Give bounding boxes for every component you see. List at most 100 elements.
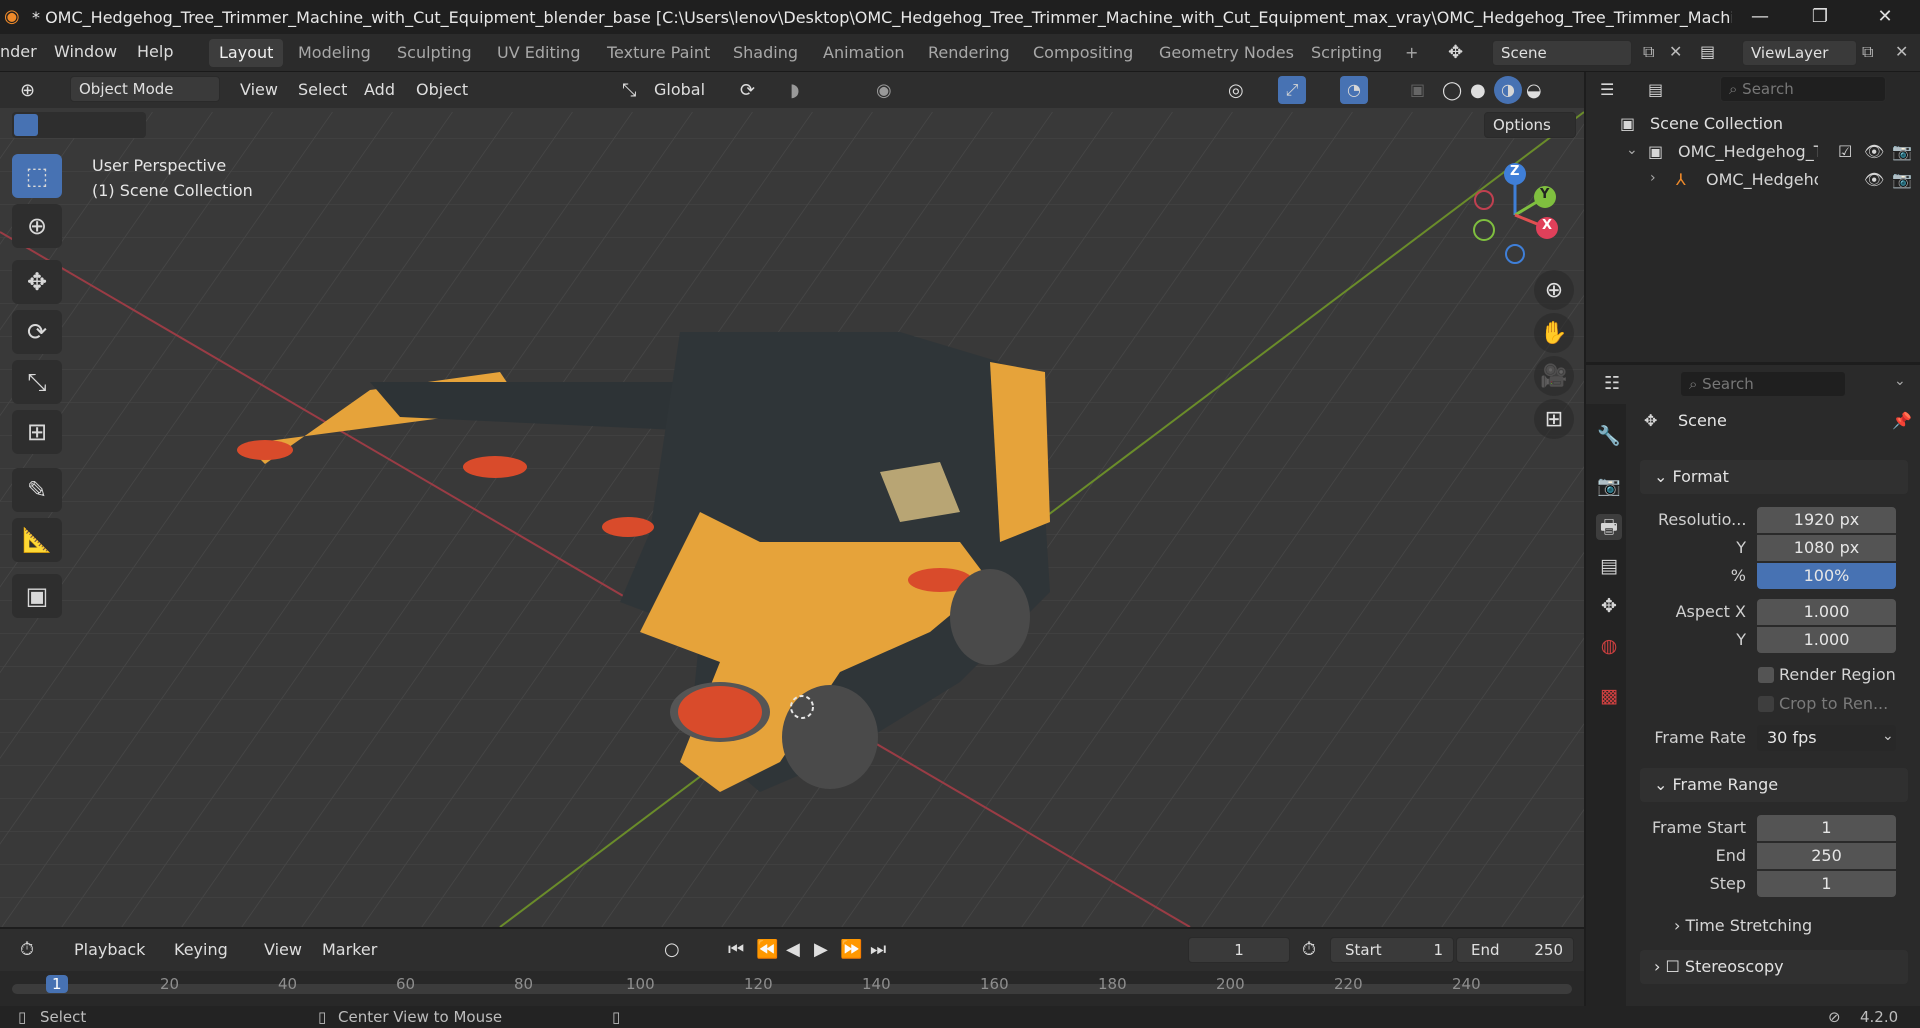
frame-start-field[interactable]: 1 bbox=[1757, 815, 1896, 841]
transform-tool-icon[interactable]: ⊞ bbox=[12, 410, 62, 454]
overlay-toggle-icon[interactable]: ◔ bbox=[1340, 76, 1368, 104]
play-icon[interactable]: ▶ bbox=[814, 939, 828, 960]
pan-hand-icon[interactable]: ✋ bbox=[1534, 313, 1574, 353]
jump-start-icon[interactable]: ⏮ bbox=[728, 939, 744, 960]
crop-checkbox[interactable] bbox=[1758, 696, 1774, 712]
eye-icon-2[interactable]: 👁 bbox=[1864, 170, 1884, 189]
frame-range-panel-header[interactable]: ⌄ Frame Range bbox=[1640, 768, 1908, 802]
tab-sculpting[interactable]: Sculpting bbox=[387, 39, 482, 67]
delete-viewlayer-icon[interactable]: ✕ bbox=[1895, 42, 1908, 61]
tab-texture-paint[interactable]: Texture Paint bbox=[597, 39, 720, 67]
aspect-x-field[interactable]: 1.000 bbox=[1757, 599, 1896, 625]
camera-icon[interactable]: 📷 bbox=[1892, 142, 1912, 161]
prev-keyframe-icon[interactable]: ⏪ bbox=[756, 939, 778, 960]
rendered-shading-icon[interactable]: ◒ bbox=[1526, 80, 1542, 101]
display-mode-icon[interactable]: ▤ bbox=[1648, 80, 1663, 99]
timeline-editor-icon[interactable]: ⏱ bbox=[20, 939, 34, 960]
menu-view[interactable]: View bbox=[240, 80, 278, 99]
resolution-y-field[interactable]: 1080 px bbox=[1757, 535, 1896, 561]
output-tab-icon[interactable]: 🖶 bbox=[1596, 514, 1622, 540]
tab-scripting[interactable]: Scripting bbox=[1301, 39, 1392, 67]
delete-scene-icon[interactable]: ✕ bbox=[1669, 42, 1682, 61]
expand-chevron-icon[interactable]: ⌄ bbox=[1626, 142, 1638, 158]
tab-layout[interactable]: Layout bbox=[209, 39, 284, 67]
outliner-search-input[interactable]: ⌕ Search bbox=[1720, 76, 1886, 102]
tab-modeling[interactable]: Modeling bbox=[288, 39, 381, 67]
annotate-tool-icon[interactable]: ✎ bbox=[12, 468, 62, 512]
viewlayer-selector[interactable]: ViewLayer bbox=[1742, 40, 1857, 66]
snap-icon[interactable]: ◗ bbox=[790, 80, 799, 101]
scene-selector[interactable]: Scene bbox=[1492, 40, 1632, 66]
pin-icon[interactable]: 📌 bbox=[1892, 411, 1912, 430]
current-frame-field[interactable]: 1 bbox=[1188, 937, 1290, 963]
world-tab-icon[interactable]: ◍ bbox=[1596, 633, 1622, 659]
frame-rate-dropdown[interactable]: 30 fps bbox=[1757, 725, 1896, 751]
resolution-percent-field[interactable]: 100% bbox=[1757, 563, 1896, 589]
measure-tool-icon[interactable]: 📐 bbox=[12, 518, 62, 562]
tab-compositing[interactable]: Compositing bbox=[1023, 39, 1143, 67]
format-panel-header[interactable]: ⌄ Format bbox=[1640, 460, 1908, 494]
playback-menu[interactable]: Playback bbox=[74, 940, 145, 959]
menu-select[interactable]: Select bbox=[298, 80, 347, 99]
scene-tab-icon[interactable]: ✥ bbox=[1596, 593, 1622, 619]
auto-keying-icon[interactable]: ○ bbox=[664, 939, 680, 960]
resolution-x-field[interactable]: 1920 px bbox=[1757, 507, 1896, 533]
navigation-gizmo[interactable]: Z Y X bbox=[1470, 160, 1570, 270]
tab-geometry-nodes[interactable]: Geometry Nodes bbox=[1149, 39, 1304, 67]
options-dropdown[interactable]: Options bbox=[1484, 112, 1576, 138]
expand-arrow-icon[interactable]: › bbox=[1650, 170, 1656, 186]
preview-range-icon[interactable]: ⏱ bbox=[1302, 939, 1316, 960]
menu-render[interactable]: nder bbox=[0, 42, 37, 61]
timeline-view-menu[interactable]: View bbox=[264, 940, 302, 959]
start-frame-field[interactable]: Start 1 bbox=[1330, 937, 1454, 963]
properties-options-chevron-icon[interactable]: ⌄ bbox=[1894, 373, 1906, 389]
time-stretching-subpanel[interactable]: › Time Stretching bbox=[1674, 916, 1812, 935]
selection-mode-buttons[interactable] bbox=[12, 112, 146, 138]
select-new-icon[interactable] bbox=[14, 114, 38, 136]
solid-shading-icon[interactable]: ● bbox=[1470, 80, 1486, 101]
rotate-tool-icon[interactable]: ⟳ bbox=[12, 310, 62, 354]
keying-menu[interactable]: Keying bbox=[174, 940, 228, 959]
camera-icon-2[interactable]: 📷 bbox=[1892, 170, 1912, 189]
menu-object[interactable]: Object bbox=[416, 80, 468, 99]
object-mode-dropdown[interactable]: Object Mode bbox=[70, 76, 220, 102]
aspect-y-field[interactable]: 1.000 bbox=[1757, 627, 1896, 653]
minimize-button[interactable]: — bbox=[1730, 0, 1790, 34]
play-reverse-icon[interactable]: ◀ bbox=[786, 939, 800, 960]
checkbox-icon[interactable]: ☑ bbox=[1838, 142, 1852, 161]
tool-tab-icon[interactable]: 🔧 bbox=[1596, 423, 1622, 449]
outliner-item-collection[interactable]: OMC_Hedgehog_Tr bbox=[1678, 142, 1818, 161]
end-frame-field[interactable]: End 250 bbox=[1456, 937, 1574, 963]
stereoscopy-panel-header[interactable]: › ☐ Stereoscopy bbox=[1640, 950, 1908, 984]
outliner-editor-icon[interactable]: ☰ bbox=[1600, 80, 1614, 99]
tab-shading[interactable]: Shading bbox=[723, 39, 808, 67]
gizmo-toggle-icon[interactable]: ⤢ bbox=[1278, 76, 1306, 104]
maximize-button[interactable]: ❐ bbox=[1790, 0, 1850, 34]
marker-menu[interactable]: Marker bbox=[322, 940, 377, 959]
pivot-point-icon[interactable]: ⟳ bbox=[740, 80, 755, 101]
frame-end-field[interactable]: 250 bbox=[1757, 843, 1896, 869]
editor-type-icon[interactable]: ⊕ bbox=[20, 80, 35, 101]
tab-rendering[interactable]: Rendering bbox=[918, 39, 1020, 67]
menu-add[interactable]: Add bbox=[364, 80, 395, 99]
tab-uv-editing[interactable]: UV Editing bbox=[487, 39, 590, 67]
move-tool-icon[interactable]: ✥ bbox=[12, 260, 62, 304]
cursor-tool-icon[interactable]: ⊕ bbox=[12, 204, 62, 248]
zoom-icon[interactable]: ⊕ bbox=[1534, 270, 1574, 310]
new-viewlayer-icon[interactable]: ⧉ bbox=[1862, 42, 1873, 62]
add-workspace-button[interactable]: + bbox=[1395, 39, 1428, 67]
scale-tool-icon[interactable]: ⤡ bbox=[12, 360, 62, 404]
frame-step-field[interactable]: 1 bbox=[1757, 871, 1896, 897]
texture-tab-icon[interactable]: ▩ bbox=[1596, 683, 1622, 709]
wireframe-shading-icon[interactable]: ◯ bbox=[1442, 80, 1462, 101]
view-layer-tab-icon[interactable]: ▤ bbox=[1596, 553, 1622, 579]
select-tool-icon[interactable]: ⬚ bbox=[12, 154, 62, 198]
properties-editor-icon[interactable]: ☷ bbox=[1604, 373, 1620, 394]
material-shading-icon[interactable]: ◑ bbox=[1494, 76, 1522, 104]
jump-end-icon[interactable]: ⏭ bbox=[870, 939, 886, 960]
tab-animation[interactable]: Animation bbox=[813, 39, 915, 67]
render-region-checkbox[interactable] bbox=[1758, 667, 1774, 683]
eye-icon[interactable]: 👁 bbox=[1864, 142, 1884, 161]
new-scene-icon[interactable]: ⧉ bbox=[1643, 42, 1654, 62]
orientation-dropdown[interactable]: Global bbox=[654, 80, 705, 99]
